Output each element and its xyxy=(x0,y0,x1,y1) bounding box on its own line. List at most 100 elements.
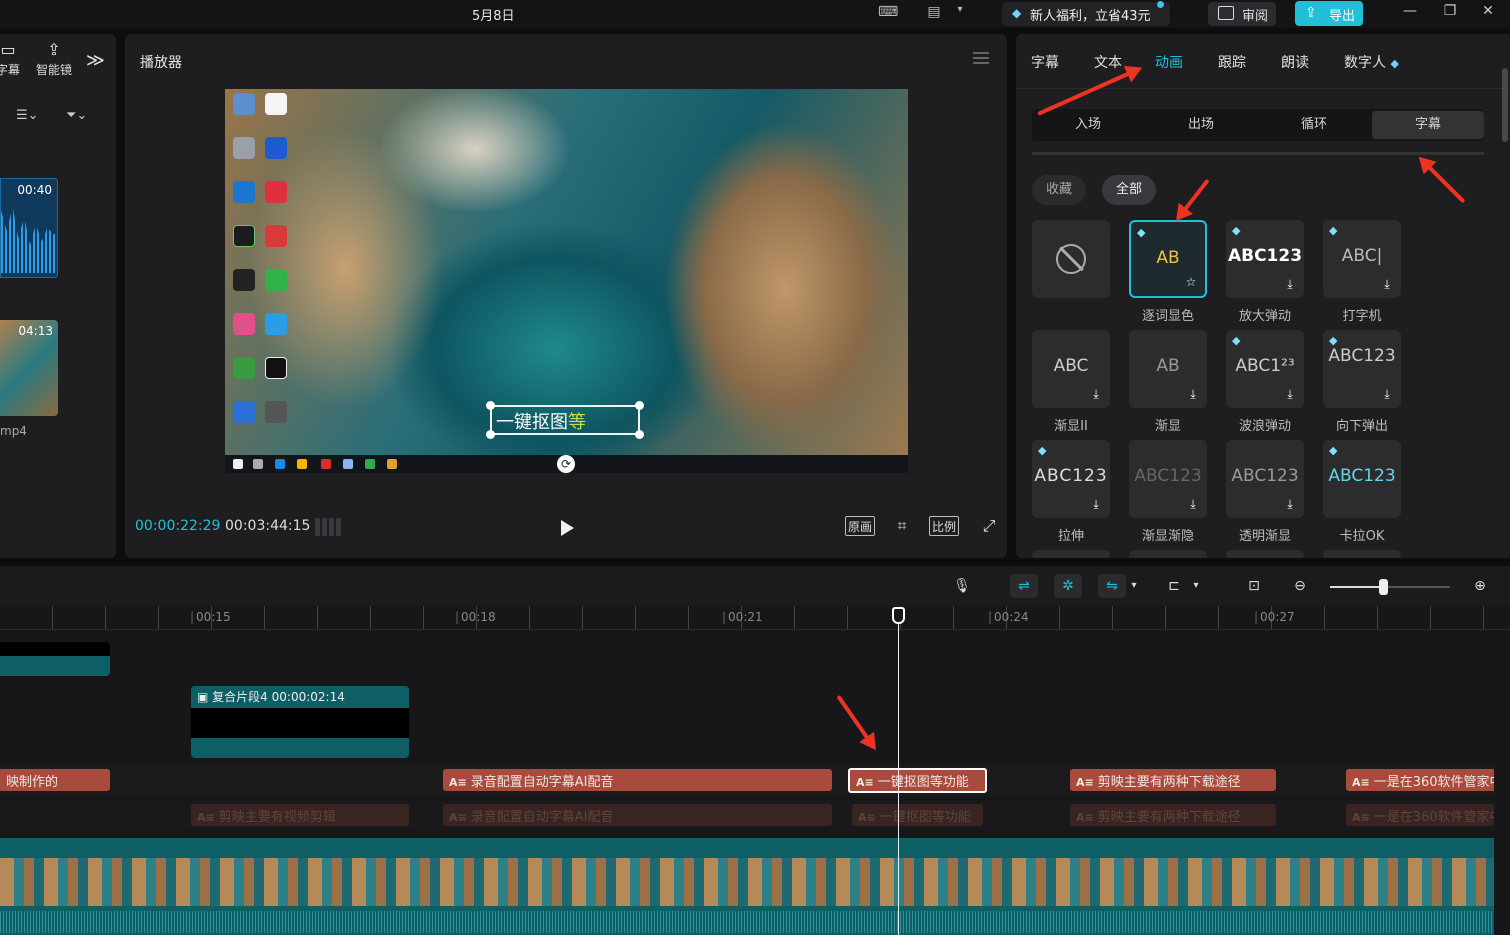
sort-icon[interactable]: ☰⌄ xyxy=(16,108,39,123)
resize-handle[interactable] xyxy=(635,430,644,439)
text-clip[interactable]: A≡ 剪映主要有两种下载途径 xyxy=(1070,769,1276,791)
minimize-icon[interactable]: — xyxy=(1400,3,1420,23)
download-icon[interactable]: ⤓ xyxy=(1185,386,1201,402)
subtab-out[interactable]: 出场 xyxy=(1145,109,1257,141)
chevron-down-icon[interactable]: ▾ xyxy=(1124,574,1144,598)
text-clip-label: 录音配置自动字幕AI配音 xyxy=(470,810,614,825)
preset-card-partial[interactable] xyxy=(1129,550,1207,558)
text-clip-ghost[interactable]: A≡ 剪映主要有两种下载途径 xyxy=(1070,804,1276,826)
filter-icon[interactable]: ⏷⌄ xyxy=(66,108,87,123)
text-clip-ghost[interactable]: A≡ 一是在360软件管家中 xyxy=(1346,804,1494,826)
media-thumb-video[interactable]: 04:13 xyxy=(0,320,58,416)
tab-caption[interactable]: 字幕 xyxy=(1031,52,1059,72)
download-icon[interactable]: ⤓ xyxy=(1379,386,1395,402)
zoom-in-icon[interactable]: ⊕ xyxy=(1466,574,1494,598)
preset-card[interactable]: ABC123 ⤓ xyxy=(1129,440,1207,518)
playhead-handle[interactable] xyxy=(892,607,905,624)
download-icon[interactable]: ⤓ xyxy=(1282,276,1298,292)
subtab-in[interactable]: 入场 xyxy=(1032,109,1144,141)
text-clip-ghost[interactable]: A≡ 录音配置自动字幕AI配音 xyxy=(443,804,832,826)
media-thumb-audio[interactable]: 00:40 xyxy=(0,178,58,278)
compound-clip[interactable]: ▣ 复合片段4 00:00:02:14 xyxy=(191,686,409,758)
preset-card-partial[interactable] xyxy=(1032,550,1110,558)
video-clip[interactable] xyxy=(0,642,110,676)
tab-digital-human[interactable]: 数字人 ◆ xyxy=(1344,52,1399,72)
rotate-icon[interactable]: ⟳ xyxy=(557,455,575,473)
download-icon[interactable]: ⤓ xyxy=(1282,496,1298,512)
promo-badge[interactable]: ◆ 新人福利，立省43元 xyxy=(1002,1,1170,26)
text-clip-selected[interactable]: A≡ 一键抠图等功能 xyxy=(848,768,987,793)
preset-card[interactable]: ABC ⤓ xyxy=(1032,330,1110,408)
preset-card[interactable]: ABC123 ⤓ xyxy=(1226,440,1304,518)
text-clip-ghost[interactable]: A≡ 剪映主要有视频剪辑 xyxy=(191,804,409,826)
text-clip-ghost[interactable]: A≡ 一键抠图等功能 xyxy=(852,804,983,826)
tab-animation[interactable]: 动画 xyxy=(1155,52,1183,72)
playhead[interactable] xyxy=(898,618,899,935)
scrollbar[interactable] xyxy=(1502,68,1508,142)
chevron-down-icon[interactable]: ▾ xyxy=(950,4,970,22)
split-preview-icon[interactable]: ⊏ xyxy=(1160,574,1188,598)
preset-card[interactable]: ◆ ABC123 ⤓ xyxy=(1226,220,1304,298)
text-clip-label: 一键抠图等功能 xyxy=(879,810,971,825)
snap-icon[interactable]: ✲ xyxy=(1054,574,1082,598)
play-button[interactable] xyxy=(561,520,574,536)
tab-tracking[interactable]: 跟踪 xyxy=(1218,52,1246,72)
link-main-track-icon[interactable]: ⇌ xyxy=(1010,574,1038,598)
resize-handle[interactable] xyxy=(635,401,644,410)
download-icon[interactable]: ⤓ xyxy=(1088,496,1104,512)
preset-card[interactable]: AB ⤓ xyxy=(1129,330,1207,408)
microphone-icon[interactable]: 🎙 xyxy=(948,574,976,598)
filter-favorites[interactable]: 收藏 xyxy=(1032,175,1087,205)
caption-icon: ▭ xyxy=(0,40,16,59)
zoom-slider[interactable] xyxy=(1330,586,1450,588)
text-clip[interactable]: 映制作的 xyxy=(0,769,110,791)
focus-icon[interactable]: ⌗ xyxy=(891,516,913,536)
chevron-down-icon[interactable]: ▾ xyxy=(1186,574,1206,598)
double-chevron-right-icon[interactable]: ≫ xyxy=(86,50,105,71)
preset-card[interactable]: ◆ ABC123 ⤓ xyxy=(1323,330,1401,408)
main-video-track[interactable] xyxy=(0,838,1494,935)
zoom-out-icon[interactable]: ⊖ xyxy=(1286,574,1314,598)
preset-card[interactable]: ◆ AB ☆ xyxy=(1129,220,1207,298)
tab-smart[interactable]: ⇪ 智能镜 xyxy=(36,40,72,78)
download-icon[interactable]: ⤓ xyxy=(1088,386,1104,402)
grid-icon[interactable] xyxy=(315,518,341,536)
preset-card-partial[interactable] xyxy=(1323,550,1401,558)
resize-handle[interactable] xyxy=(486,401,495,410)
magic-sparkle-icon: ⇪ xyxy=(47,40,61,59)
preview-axis-icon[interactable]: ⊡ xyxy=(1240,574,1268,598)
preset-none[interactable] xyxy=(1032,220,1110,298)
text-clip[interactable]: A≡ 一是在360软件管家中 xyxy=(1346,769,1494,791)
original-quality-button[interactable]: 原画 xyxy=(845,516,876,536)
export-button[interactable]: ⇪ 导出 xyxy=(1295,1,1363,26)
download-icon[interactable]: ⤓ xyxy=(1282,386,1298,402)
download-icon[interactable]: ⤓ xyxy=(1185,496,1201,512)
preset-card[interactable]: ◆ ABC123 ⤓ xyxy=(1032,440,1110,518)
subtab-loop[interactable]: 循环 xyxy=(1258,109,1370,141)
preset-card-partial[interactable] xyxy=(1226,550,1304,558)
menu-icon[interactable] xyxy=(973,52,989,64)
preset-card[interactable]: ◆ ABC123 xyxy=(1323,440,1401,518)
tab-captions[interactable]: ▭ 字幕 xyxy=(0,40,20,78)
resize-handle[interactable] xyxy=(486,430,495,439)
star-icon[interactable]: ☆ xyxy=(1183,274,1199,290)
filter-all[interactable]: 全部 xyxy=(1102,175,1157,205)
close-icon[interactable]: ✕ xyxy=(1478,3,1498,23)
subtab-caption[interactable]: 字幕 xyxy=(1372,111,1484,139)
keyboard-shortcut-icon[interactable]: ⌨ xyxy=(878,4,898,22)
zoom-slider-knob[interactable] xyxy=(1379,579,1388,595)
caption-overlay[interactable]: 一键抠图等 xyxy=(486,401,644,439)
preset-card[interactable]: ◆ ABC1²³ ⤓ xyxy=(1226,330,1304,408)
download-icon[interactable]: ⤓ xyxy=(1379,276,1395,292)
fullscreen-icon[interactable]: ⤢ xyxy=(978,516,1000,536)
linkage-icon[interactable]: ⇋ xyxy=(1098,574,1126,598)
text-clip[interactable]: A≡ 录音配置自动字幕AI配音 xyxy=(443,769,832,791)
tab-read-aloud[interactable]: 朗读 xyxy=(1281,52,1309,72)
layout-icon[interactable]: ▤ xyxy=(924,4,944,22)
tab-text[interactable]: 文本 xyxy=(1094,52,1122,72)
review-button[interactable]: 审阅 xyxy=(1208,2,1276,26)
aspect-ratio-button[interactable]: 比例 xyxy=(929,516,960,536)
video-preview[interactable]: 一键抠图等 ⟳ xyxy=(225,89,908,473)
restore-icon[interactable]: ❐ xyxy=(1440,3,1460,23)
preset-card[interactable]: ◆ ABC| ⤓ xyxy=(1323,220,1401,298)
